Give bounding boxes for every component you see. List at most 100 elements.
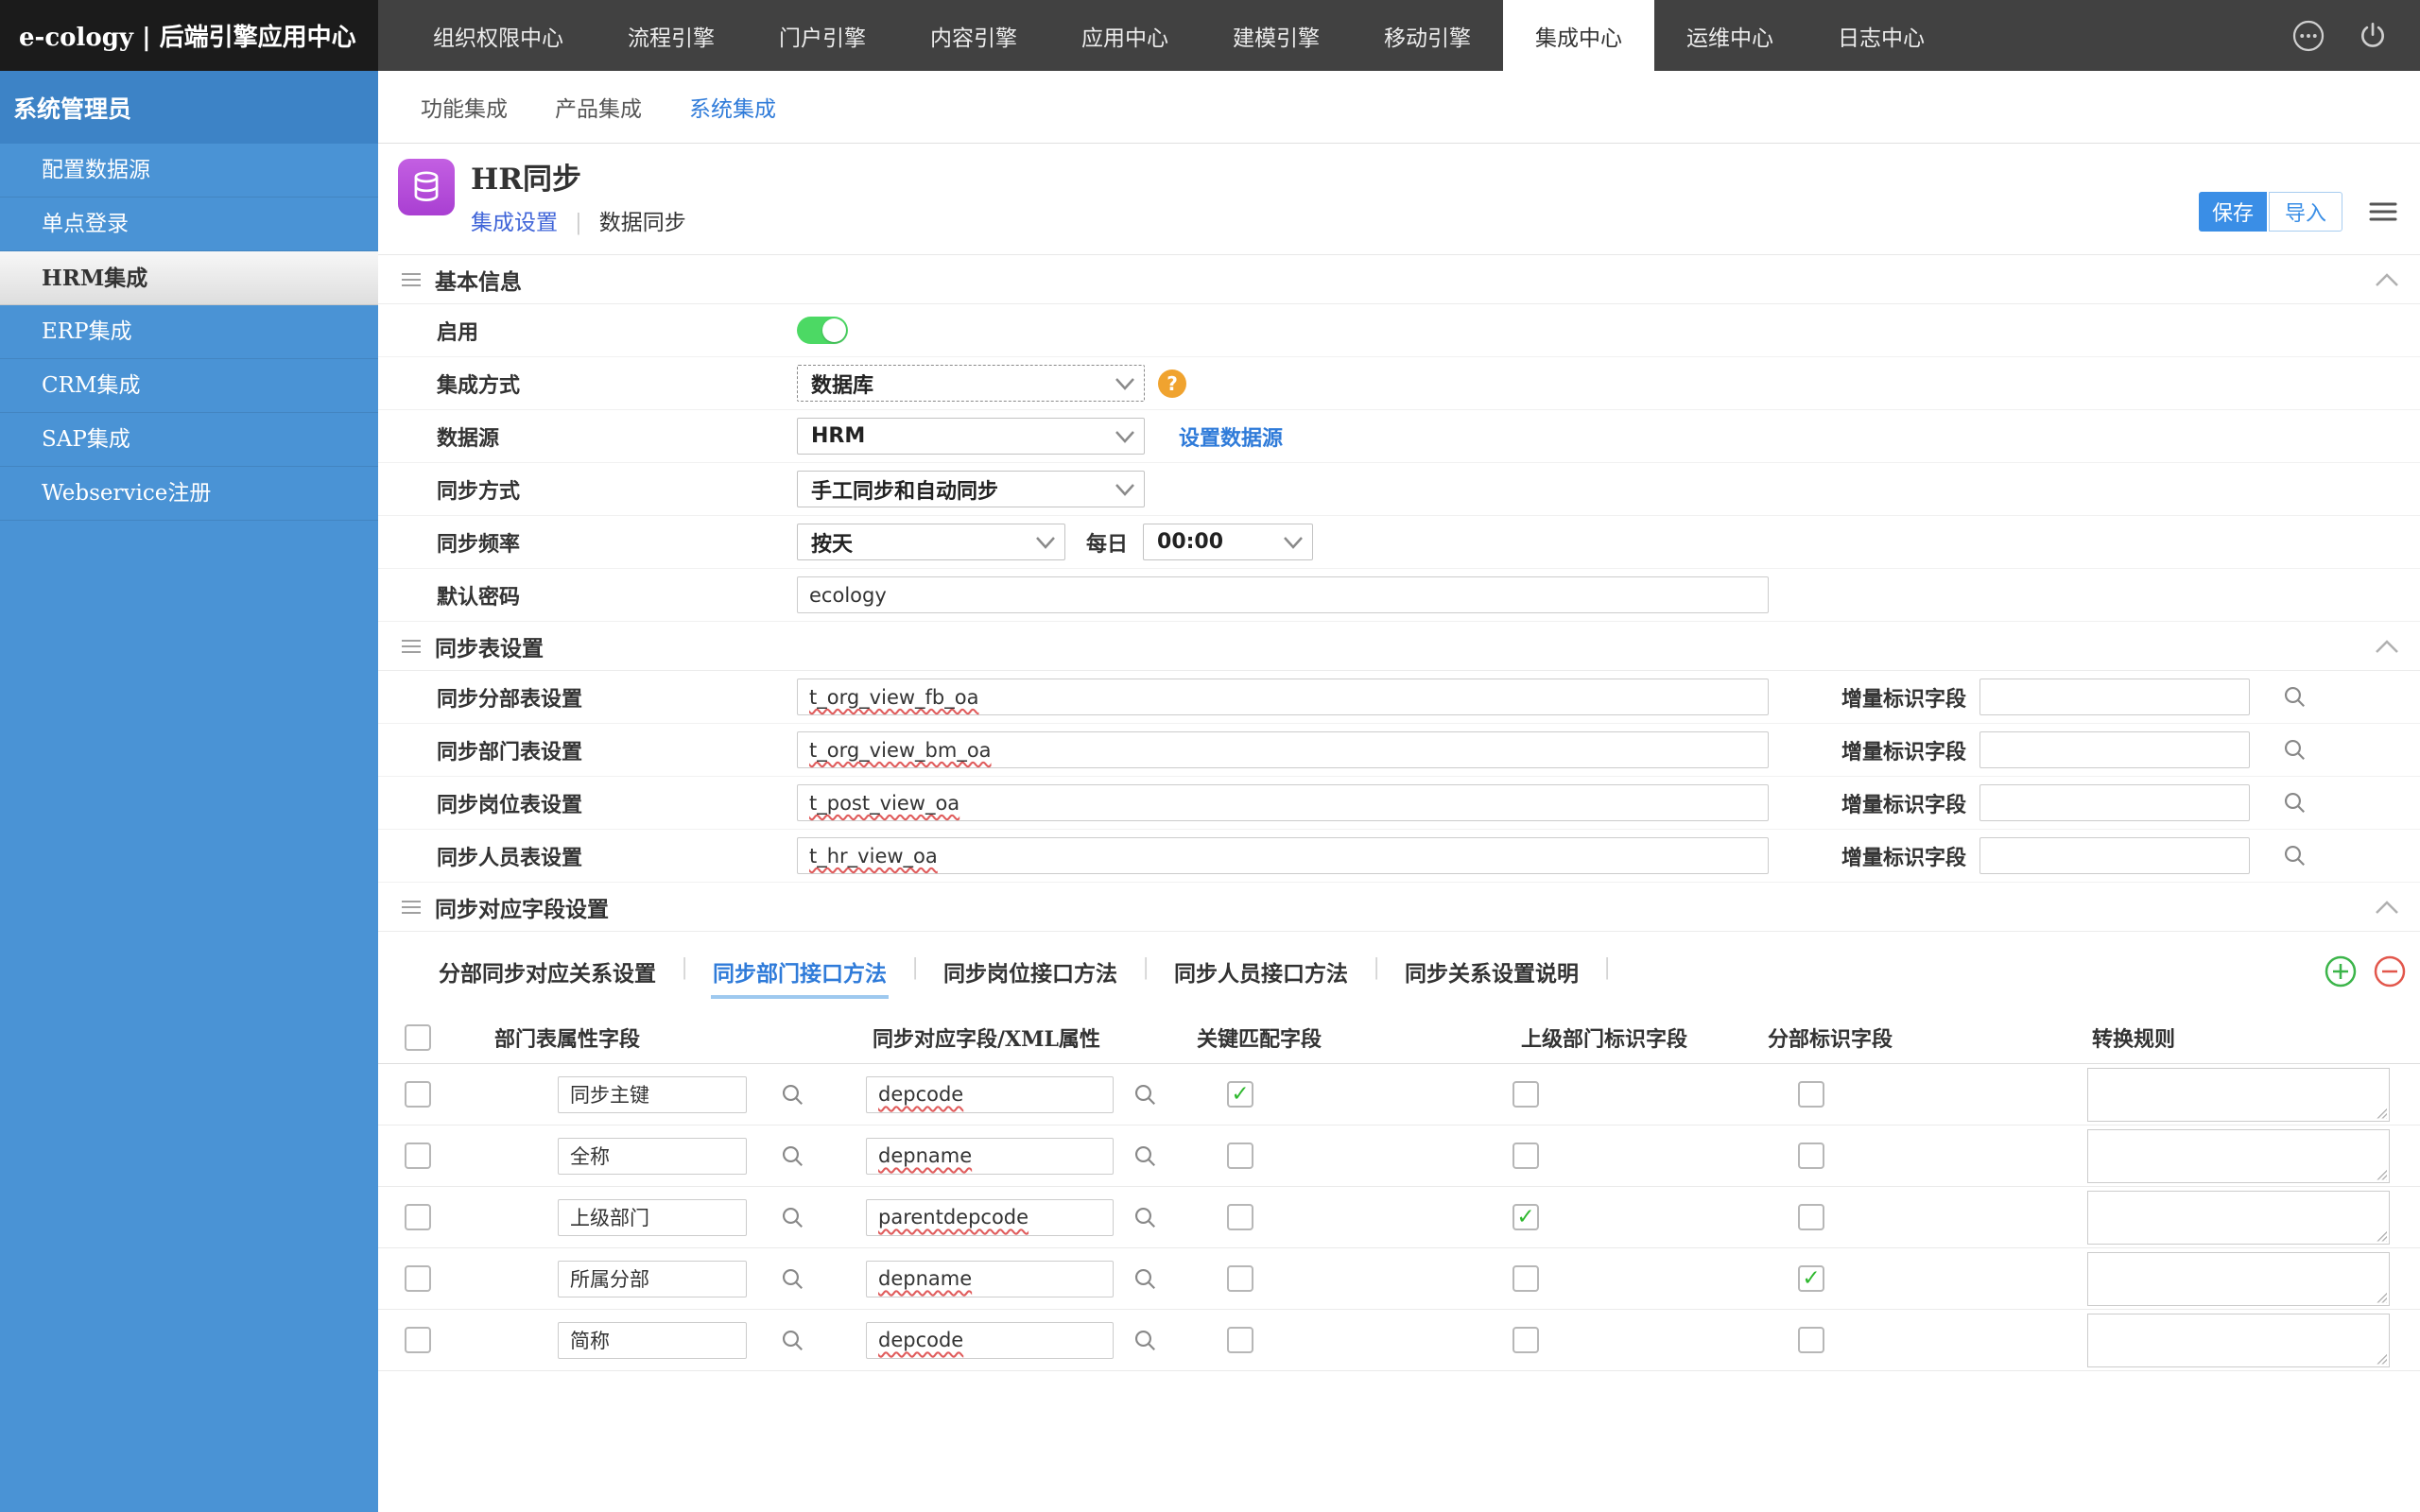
xml-attr-input[interactable]: depname (866, 1138, 1114, 1175)
subnav-item[interactable]: 产品集成 (531, 91, 666, 123)
sidebar-item[interactable]: HRM集成 (0, 251, 378, 305)
top-nav-tab[interactable]: 集成中心 (1503, 0, 1654, 71)
xml-attr-input[interactable]: depname (866, 1261, 1114, 1297)
magnifier-icon[interactable] (780, 1205, 805, 1230)
magnifier-icon[interactable] (1132, 1266, 1158, 1292)
chevron-up-icon[interactable] (2375, 900, 2399, 915)
increment-field-input[interactable] (1979, 784, 2250, 821)
ellipsis-circle-icon[interactable] (2291, 19, 2325, 53)
magnifier-icon[interactable] (2282, 790, 2308, 816)
parent-flag-checkbox[interactable] (1512, 1204, 1539, 1230)
top-nav-tab[interactable]: 移动引擎 (1352, 0, 1503, 71)
branch-flag-checkbox[interactable] (1798, 1204, 1824, 1230)
conversion-rule-textarea[interactable] (2087, 1129, 2390, 1183)
key-match-checkbox[interactable] (1227, 1143, 1253, 1169)
minus-circle-icon[interactable] (2373, 954, 2407, 988)
increment-field-input[interactable] (1979, 731, 2250, 768)
dept-field-input[interactable]: 同步主键 (558, 1076, 747, 1113)
default-password-input[interactable] (797, 576, 1769, 613)
magnifier-icon[interactable] (780, 1328, 805, 1353)
magnifier-icon[interactable] (2282, 737, 2308, 763)
table-name-input[interactable]: t_org_view_fb_oa (797, 679, 1769, 715)
top-nav-tab[interactable]: 流程引擎 (596, 0, 747, 71)
branch-flag-checkbox[interactable] (1798, 1143, 1824, 1169)
help-icon[interactable]: ? (1158, 369, 1186, 398)
magnifier-icon[interactable] (1132, 1205, 1158, 1230)
key-match-checkbox[interactable] (1227, 1265, 1253, 1292)
top-nav-tab[interactable]: 门户引擎 (747, 0, 898, 71)
sync-frequency-select[interactable]: 按天 (797, 524, 1065, 560)
table-name-input[interactable]: t_org_view_bm_oa (797, 731, 1769, 768)
dept-field-input[interactable]: 全称 (558, 1138, 747, 1175)
sidebar-item[interactable]: CRM集成 (0, 359, 378, 413)
sync-mode-select[interactable]: 手工同步和自动同步 (797, 471, 1145, 507)
row-select-checkbox[interactable] (405, 1265, 431, 1292)
import-button[interactable]: 导入 (2269, 192, 2342, 232)
dept-field-input[interactable]: 简称 (558, 1322, 747, 1359)
magnifier-icon[interactable] (780, 1082, 805, 1108)
integration-mode-select[interactable]: 数据库 (797, 365, 1145, 402)
parent-flag-checkbox[interactable] (1512, 1143, 1539, 1169)
chevron-up-icon[interactable] (2375, 639, 2399, 654)
enable-toggle[interactable] (797, 317, 848, 344)
mapping-tab[interactable]: 同步岗位接口方法 (942, 944, 1119, 999)
parent-flag-checkbox[interactable] (1512, 1081, 1539, 1108)
conversion-rule-textarea[interactable] (2087, 1068, 2390, 1122)
mapping-tab[interactable]: 同步部门接口方法 (711, 944, 889, 999)
chevron-up-icon[interactable] (2375, 272, 2399, 287)
dept-field-input[interactable]: 所属分部 (558, 1261, 747, 1297)
increment-field-input[interactable] (1979, 679, 2250, 715)
conversion-rule-textarea[interactable] (2087, 1314, 2390, 1367)
top-nav-tab[interactable]: 内容引擎 (898, 0, 1049, 71)
sidebar-item[interactable]: 单点登录 (0, 198, 378, 251)
sidebar-item[interactable]: SAP集成 (0, 413, 378, 467)
top-nav-tab[interactable]: 组织权限中心 (401, 0, 596, 71)
top-nav-tab[interactable]: 建模引擎 (1201, 0, 1352, 71)
parent-flag-checkbox[interactable] (1512, 1327, 1539, 1353)
increment-field-input[interactable] (1979, 837, 2250, 874)
magnifier-icon[interactable] (2282, 843, 2308, 868)
datasource-select[interactable]: HRM (797, 418, 1145, 455)
dept-field-input[interactable]: 上级部门 (558, 1199, 747, 1236)
row-select-checkbox[interactable] (405, 1143, 431, 1169)
key-match-checkbox[interactable] (1227, 1081, 1253, 1108)
conversion-rule-textarea[interactable] (2087, 1252, 2390, 1306)
save-button[interactable]: 保存 (2199, 192, 2267, 232)
configure-datasource-link[interactable]: 设置数据源 (1179, 421, 1283, 452)
row-select-checkbox[interactable] (405, 1327, 431, 1353)
sidebar-item[interactable]: ERP集成 (0, 305, 378, 359)
magnifier-icon[interactable] (780, 1266, 805, 1292)
plus-circle-icon[interactable] (2324, 954, 2358, 988)
subnav-item[interactable]: 系统集成 (666, 91, 800, 123)
table-name-input[interactable]: t_post_view_oa (797, 784, 1769, 821)
key-match-checkbox[interactable] (1227, 1327, 1253, 1353)
mapping-tab[interactable]: 同步人员接口方法 (1172, 944, 1350, 999)
branch-flag-checkbox[interactable] (1798, 1265, 1824, 1292)
conversion-rule-textarea[interactable] (2087, 1191, 2390, 1245)
mapping-tab[interactable]: 分部同步对应关系设置 (437, 944, 658, 999)
sidebar-item[interactable]: 配置数据源 (0, 144, 378, 198)
magnifier-icon[interactable] (1132, 1143, 1158, 1169)
top-nav-tab[interactable]: 日志中心 (1806, 0, 1957, 71)
branch-flag-checkbox[interactable] (1798, 1327, 1824, 1353)
row-select-checkbox[interactable] (405, 1081, 431, 1108)
list-menu-icon[interactable] (2369, 200, 2397, 223)
sidebar-item[interactable]: Webservice注册 (0, 467, 378, 521)
magnifier-icon[interactable] (2282, 684, 2308, 710)
xml-attr-input[interactable]: parentdepcode (866, 1199, 1114, 1236)
daily-time-select[interactable]: 00:00 (1143, 524, 1313, 560)
mapping-tab[interactable]: 同步关系设置说明 (1403, 944, 1581, 999)
tab-integration-settings[interactable]: 集成设置 (471, 204, 599, 236)
parent-flag-checkbox[interactable] (1512, 1265, 1539, 1292)
branch-flag-checkbox[interactable] (1798, 1081, 1824, 1108)
top-nav-tab[interactable]: 运维中心 (1654, 0, 1806, 71)
power-icon[interactable] (2358, 21, 2388, 51)
magnifier-icon[interactable] (780, 1143, 805, 1169)
top-nav-tab[interactable]: 应用中心 (1049, 0, 1201, 71)
magnifier-icon[interactable] (1132, 1328, 1158, 1353)
row-select-checkbox[interactable] (405, 1204, 431, 1230)
magnifier-icon[interactable] (1132, 1082, 1158, 1108)
table-name-input[interactable]: t_hr_view_oa (797, 837, 1769, 874)
xml-attr-input[interactable]: depcode (866, 1322, 1114, 1359)
key-match-checkbox[interactable] (1227, 1204, 1253, 1230)
